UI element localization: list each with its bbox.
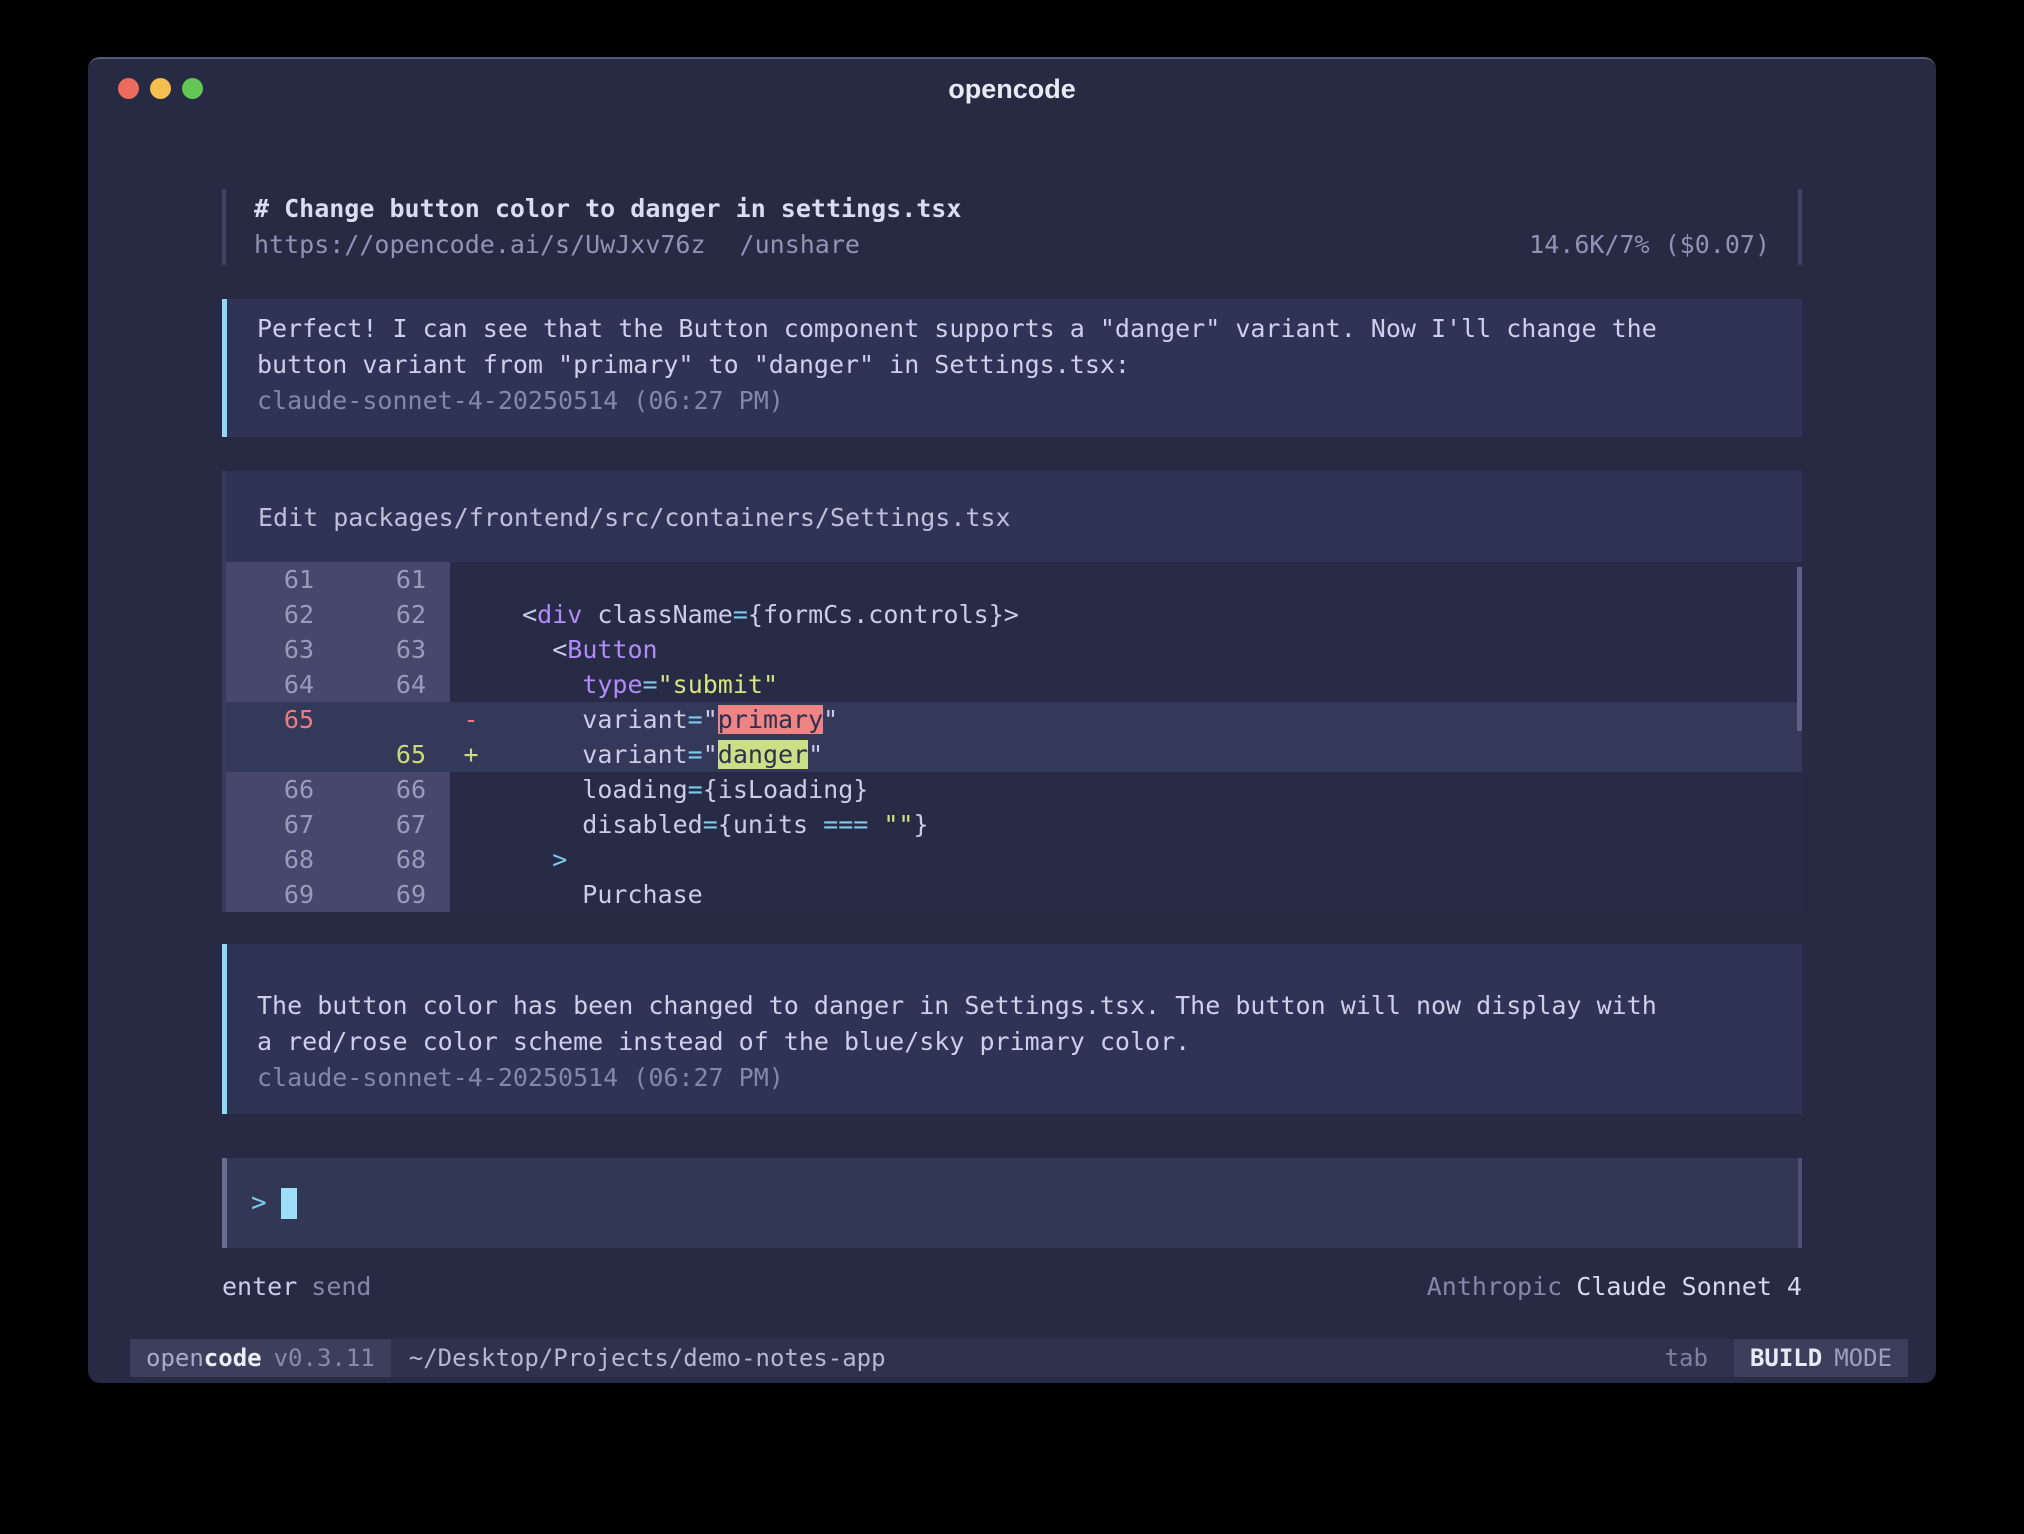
- session-title: # Change button color to danger in setti…: [254, 191, 1770, 227]
- send-action-label: send: [311, 1272, 371, 1301]
- model-indicator: Anthropic Claude Sonnet 4: [1427, 1270, 1802, 1304]
- diff-rows: 61616262 <div className={formCs.controls…: [226, 562, 1802, 912]
- diff-row: 6969 Purchase: [226, 877, 1802, 912]
- app-version-segment: opencode v0.3.11: [130, 1339, 391, 1377]
- title-bar: opencode: [88, 59, 1936, 117]
- share-url-link[interactable]: https://opencode.ai/s/UwJxv76z: [254, 227, 706, 263]
- assistant-message-text: Perfect! I can see that the Button compo…: [257, 311, 1772, 383]
- assistant-message-1: Perfect! I can see that the Button compo…: [222, 299, 1802, 437]
- token-usage-cost: 14.6K/7% ($0.07): [1529, 227, 1770, 263]
- edit-file-header: Edit packages/frontend/src/containers/Se…: [226, 471, 1802, 562]
- main-content: # Change button color to danger in setti…: [88, 117, 1936, 1339]
- assistant-message-text: The button color has been changed to dan…: [257, 988, 1772, 1060]
- diff-row: 6868 >: [226, 842, 1802, 877]
- minimize-button[interactable]: [150, 78, 171, 99]
- zoom-button[interactable]: [182, 78, 203, 99]
- model-provider: Anthropic: [1427, 1272, 1562, 1301]
- tab-key-hint: tab: [1665, 1339, 1734, 1377]
- diff-scrollbar-thumb[interactable]: [1797, 567, 1802, 731]
- send-hint: enter send: [222, 1270, 371, 1304]
- assistant-message-meta: claude-sonnet-4-20250514 (06:27 PM): [257, 1060, 1772, 1096]
- mode-name: BUILD: [1750, 1344, 1822, 1372]
- close-button[interactable]: [118, 78, 139, 99]
- prompt-caret-icon: >: [251, 1188, 267, 1218]
- text-cursor: [281, 1188, 297, 1219]
- diff-row: 6161: [226, 562, 1802, 597]
- app-name-bold: code: [204, 1344, 262, 1372]
- session-header: # Change button color to danger in setti…: [222, 189, 1802, 265]
- status-bar: opencode v0.3.11 ~/Desktop/Projects/demo-…: [130, 1339, 1908, 1377]
- prompt-input[interactable]: >: [222, 1158, 1802, 1248]
- app-version: v0.3.11: [274, 1344, 375, 1372]
- edit-diff-panel: Edit packages/frontend/src/containers/Se…: [222, 471, 1802, 912]
- diff-row: 6464 type="submit": [226, 667, 1802, 702]
- enter-key-hint: enter: [222, 1272, 297, 1301]
- window-title: opencode: [88, 59, 1936, 119]
- traffic-lights: [118, 78, 203, 99]
- diff-row: 6767 disabled={units === ""}: [226, 807, 1802, 842]
- working-directory: ~/Desktop/Projects/demo-notes-app: [391, 1339, 1665, 1377]
- prompt-hints-row: enter send Anthropic Claude Sonnet 4: [222, 1270, 1802, 1304]
- diff-row: 6363 <Button: [226, 632, 1802, 667]
- mode-suffix: MODE: [1834, 1344, 1892, 1372]
- diff-row: 6262 <div className={formCs.controls}>: [226, 597, 1802, 632]
- mode-toggle[interactable]: BUILD MODE: [1734, 1339, 1908, 1377]
- diff-row: 65+ variant="danger": [226, 737, 1802, 772]
- model-name: Claude Sonnet 4: [1576, 1272, 1802, 1301]
- opencode-window: opencode # Change button color to danger…: [88, 57, 1936, 1383]
- diff-row: 65- variant="primary": [226, 702, 1802, 737]
- diff-row: 6666 loading={isLoading}: [226, 772, 1802, 807]
- assistant-message-2: The button color has been changed to dan…: [222, 944, 1802, 1114]
- session-subline: https://opencode.ai/s/UwJxv76z /unshare …: [254, 227, 1770, 263]
- app-name-prefix: open: [146, 1344, 204, 1372]
- assistant-message-meta: claude-sonnet-4-20250514 (06:27 PM): [257, 383, 1772, 419]
- unshare-command[interactable]: /unshare: [740, 227, 860, 263]
